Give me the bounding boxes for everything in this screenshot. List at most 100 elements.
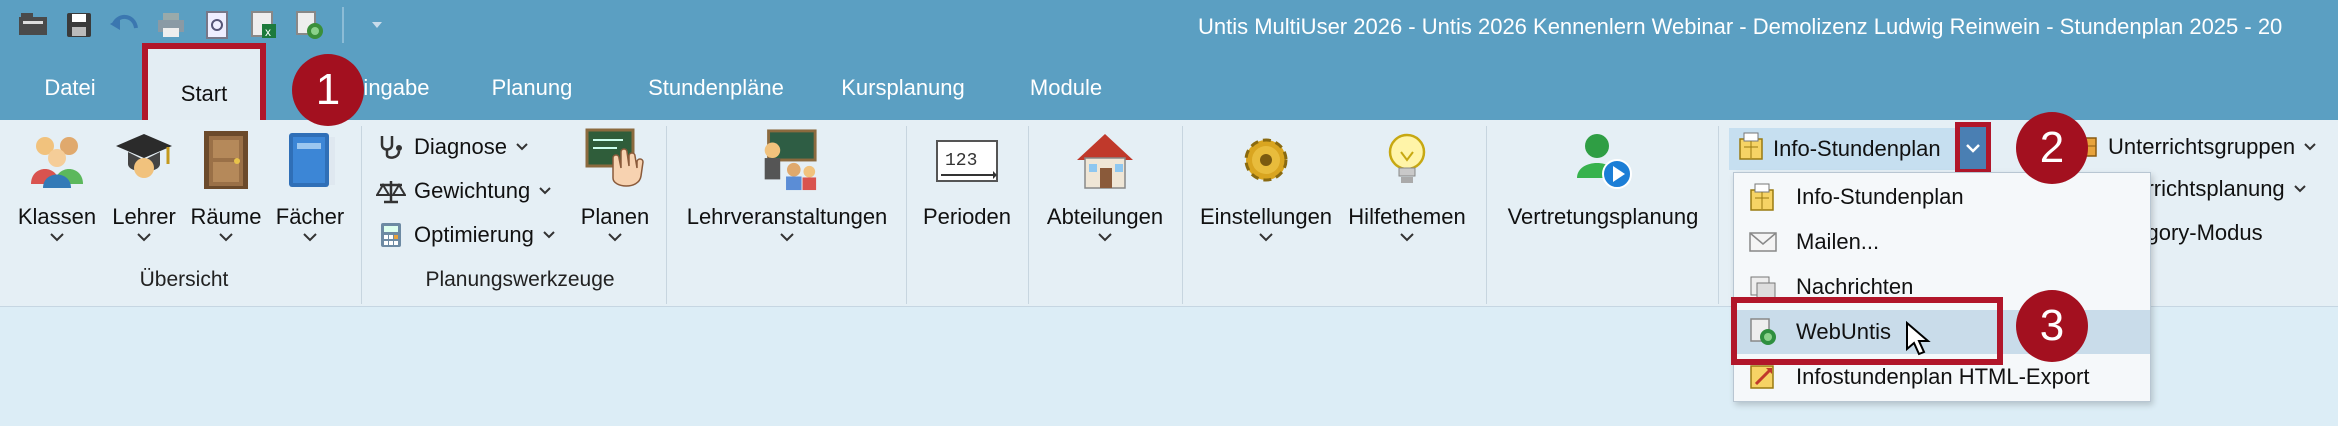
lehrveranstaltungen-label: Lehrveranstaltungen — [686, 204, 888, 229]
lightbulb-icon — [1375, 128, 1439, 192]
group-separator — [1028, 126, 1029, 304]
step-marker-1: 1 — [292, 54, 364, 126]
group-separator — [1182, 126, 1183, 304]
perioden-button[interactable]: 123 Perioden — [918, 128, 1016, 230]
quick-access-toolbar: x — [14, 6, 396, 44]
mail-icon — [1746, 225, 1780, 259]
vertretungsplanung-label: Vertretungsplanung — [1507, 204, 1699, 229]
teacher-icon — [112, 128, 176, 192]
klassen-label: Klassen — [17, 204, 97, 229]
raeume-button[interactable]: Räume — [186, 128, 266, 242]
unterrichtsgruppen-button[interactable]: Unterrichtsgruppen — [2070, 132, 2317, 162]
chevron-down-icon — [1400, 233, 1414, 242]
optimierung-label: Optimierung — [414, 222, 534, 247]
tab-stundenplaene[interactable]: Stundenpläne — [618, 55, 814, 120]
group-separator — [1486, 126, 1487, 304]
chevron-down-icon — [50, 233, 64, 242]
diagnose-label: Diagnose — [414, 134, 507, 159]
excel-export-icon[interactable]: x — [244, 6, 282, 44]
menu-item-label: Mailen... — [1796, 229, 1880, 254]
klassen-button[interactable]: Klassen — [14, 128, 100, 242]
chevron-down-icon — [608, 233, 622, 242]
gewichtung-label: Gewichtung — [414, 178, 531, 203]
undo-icon[interactable] — [106, 6, 144, 44]
window-title: Untis MultiUser 2026 - Untis 2026 Kennen… — [1198, 14, 2283, 39]
html-export-icon — [1746, 360, 1780, 394]
stethoscope-icon — [376, 132, 406, 162]
lehrer-button[interactable]: Lehrer — [104, 128, 184, 242]
house-icon — [1073, 128, 1137, 192]
tab-module[interactable]: Module — [1000, 55, 1132, 120]
chevron-down-icon — [1966, 144, 1980, 153]
group-label-planungswerkzeuge: Planungswerkzeuge — [425, 268, 615, 291]
title-bar: x Untis MultiUser 2026 - Untis 2026 Kenn… — [0, 0, 2338, 55]
books-icon — [278, 128, 342, 192]
group-separator — [906, 126, 907, 304]
chevron-down-icon — [1098, 233, 1112, 242]
save-icon[interactable] — [60, 6, 98, 44]
optimierung-button[interactable]: Optimierung — [376, 220, 556, 250]
planen-label: Planen — [580, 204, 650, 229]
faecher-button[interactable]: Fächer — [268, 128, 352, 242]
diagnose-button[interactable]: Diagnose — [376, 132, 529, 162]
web-export-icon[interactable] — [290, 6, 328, 44]
open-icon[interactable] — [14, 6, 52, 44]
abteilungen-button[interactable]: Abteilungen — [1040, 128, 1170, 242]
menu-item-mailen[interactable]: Mailen... — [1734, 220, 2150, 264]
periods-icon: 123 — [935, 128, 999, 192]
svg-text:x: x — [265, 25, 271, 39]
svg-text:123: 123 — [945, 151, 977, 171]
hilfethemen-label: Hilfethemen — [1348, 204, 1466, 229]
group-separator — [666, 126, 667, 304]
board-hand-icon — [583, 128, 647, 192]
unterrichtsgruppen-label: Unterrichtsgruppen — [2108, 134, 2296, 159]
tab-start[interactable]: Start — [142, 43, 266, 126]
classes-icon — [25, 128, 89, 192]
raeume-label: Räume — [190, 204, 262, 229]
faecher-label: Fächer — [275, 204, 345, 229]
info-stundenplan-dropdown-arrow[interactable] — [1955, 122, 1991, 174]
substitution-icon — [1571, 128, 1635, 192]
webuntis-highlight-frame — [1731, 297, 2003, 365]
chevron-down-icon — [2304, 143, 2316, 151]
menu-item-label: Infostundenplan HTML-Export — [1796, 364, 2090, 389]
scales-icon — [376, 176, 406, 206]
gear-icon — [1234, 128, 1298, 192]
group-separator — [1718, 126, 1719, 304]
tab-kursplanung[interactable]: Kursplanung — [826, 55, 980, 120]
abteilungen-label: Abteilungen — [1046, 204, 1164, 229]
einstellungen-label: Einstellungen — [1199, 204, 1333, 229]
lehrveranstaltungen-button[interactable]: Lehrveranstaltungen — [678, 128, 896, 242]
planen-button[interactable]: Planen — [576, 128, 654, 242]
calculator-icon — [376, 220, 406, 250]
tab-datei[interactable]: Datei — [18, 55, 122, 120]
menu-item-info-stundenplan[interactable]: Info-Stundenplan — [1734, 175, 2150, 219]
chevron-down-icon — [303, 233, 317, 242]
quick-access-separator — [342, 7, 344, 43]
info-stundenplan-label: Info-Stundenplan — [1773, 136, 1941, 161]
door-icon — [194, 128, 258, 192]
lehrer-label: Lehrer — [112, 204, 176, 229]
step-marker-3: 3 — [2016, 290, 2088, 362]
einstellungen-button[interactable]: Einstellungen — [1196, 128, 1336, 242]
group-label-uebersicht: Übersicht — [139, 268, 229, 291]
chevron-down-icon — [1259, 233, 1273, 242]
chevron-down-icon — [539, 187, 551, 195]
gewichtung-button[interactable]: Gewichtung — [376, 176, 552, 206]
menu-item-label: Info-Stundenplan — [1796, 184, 1964, 209]
info-stundenplan-button[interactable]: Info-Stundenplan — [1729, 128, 1987, 170]
vertretungsplanung-button[interactable]: Vertretungsplanung — [1498, 128, 1708, 230]
customize-icon[interactable] — [358, 6, 396, 44]
chevron-down-icon — [137, 233, 151, 242]
chevron-down-icon — [543, 231, 555, 239]
lesson-icon — [755, 128, 819, 192]
chevron-down-icon — [219, 233, 233, 242]
print-preview-icon[interactable] — [198, 6, 236, 44]
chevron-down-icon — [2293, 185, 2306, 193]
print-icon[interactable] — [152, 6, 190, 44]
info-plan-icon — [1746, 180, 1780, 214]
tab-planung[interactable]: Planung — [464, 55, 600, 120]
hilfethemen-button[interactable]: Hilfethemen — [1344, 128, 1470, 242]
info-plan-icon — [1737, 131, 1767, 167]
perioden-label: Perioden — [922, 204, 1012, 229]
